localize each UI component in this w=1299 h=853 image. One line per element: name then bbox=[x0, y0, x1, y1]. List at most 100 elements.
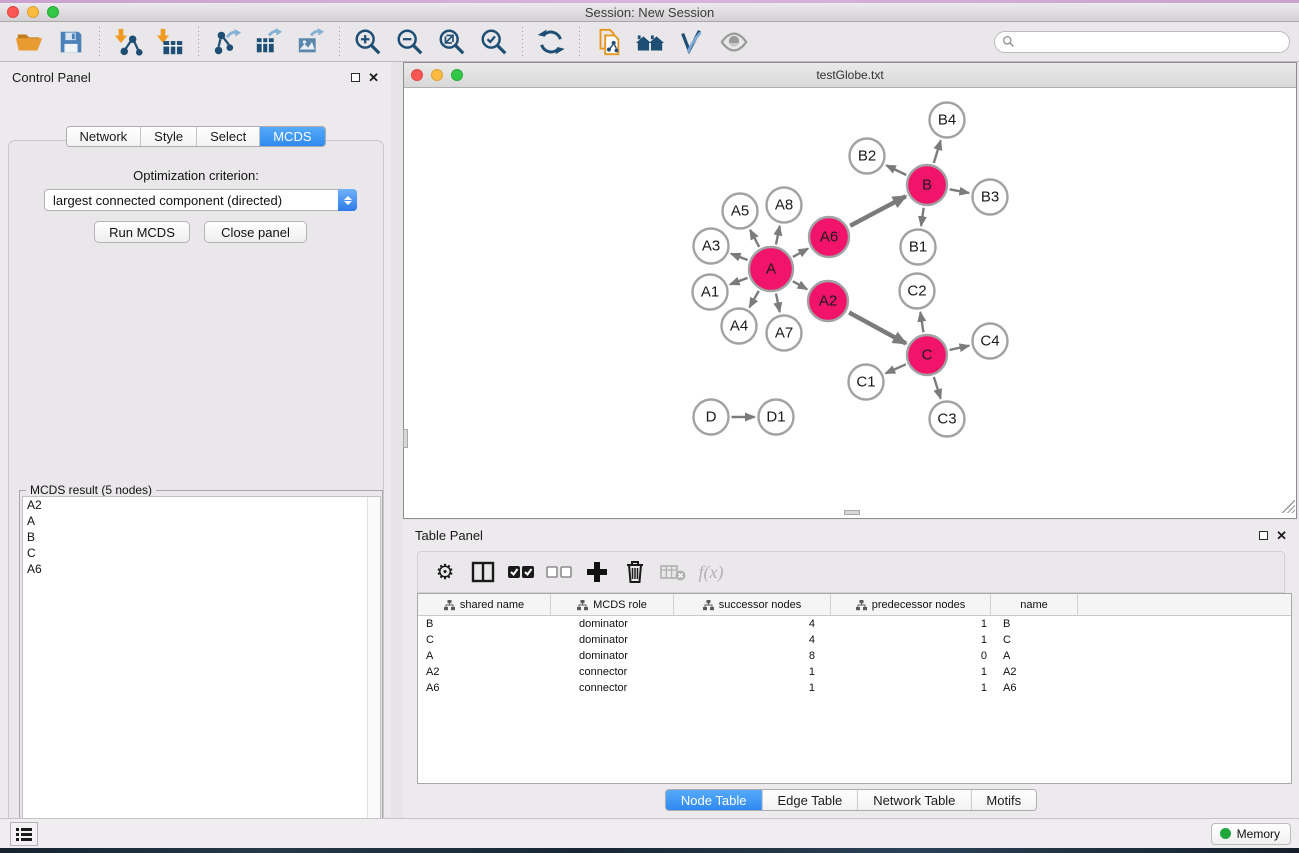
graph-node-A5[interactable]: A5 bbox=[723, 194, 758, 229]
graph-node-B1[interactable]: B1 bbox=[901, 230, 936, 265]
graph-node-B4[interactable]: B4 bbox=[930, 103, 965, 138]
graph-node-C2[interactable]: C2 bbox=[900, 274, 935, 309]
graph-node-A1[interactable]: A1 bbox=[693, 275, 728, 310]
table-row-C[interactable]: Cdominator41C bbox=[418, 632, 1291, 648]
graph-edge-A2-C[interactable] bbox=[849, 312, 906, 343]
delete-column-trash-icon[interactable] bbox=[620, 557, 650, 587]
export-table-icon[interactable] bbox=[253, 26, 285, 58]
search-input[interactable] bbox=[1019, 33, 1289, 51]
table-row-A6[interactable]: A6connector11A6 bbox=[418, 680, 1291, 696]
select-all-columns-icon[interactable] bbox=[506, 557, 536, 587]
graph-edge-A-A4[interactable] bbox=[750, 291, 759, 307]
graph-edge-A-A7[interactable] bbox=[776, 293, 780, 311]
graph-node-B[interactable]: B bbox=[907, 165, 947, 205]
graph-node-A6[interactable]: A6 bbox=[809, 217, 849, 257]
zoom-fit-icon[interactable] bbox=[436, 26, 468, 58]
column-header-predecessor-nodes[interactable]: predecessor nodes bbox=[831, 594, 991, 616]
optimization-criterion-select[interactable]: largest connected component (directed) bbox=[44, 189, 357, 211]
tab-node-table[interactable]: Node Table bbox=[666, 790, 763, 810]
graph-edge-C-C2[interactable] bbox=[920, 312, 923, 332]
tab-select[interactable]: Select bbox=[197, 127, 260, 146]
graph-node-A7[interactable]: A7 bbox=[767, 316, 802, 351]
create-column-plus-icon[interactable] bbox=[582, 557, 612, 587]
tab-network-table[interactable]: Network Table bbox=[858, 790, 971, 810]
graph-node-A8[interactable]: A8 bbox=[767, 188, 802, 223]
column-header-successor-nodes[interactable]: successor nodes bbox=[674, 594, 831, 616]
zoom-in-icon[interactable] bbox=[352, 26, 384, 58]
graph-node-A[interactable]: A bbox=[749, 247, 793, 291]
zoom-selected-icon[interactable] bbox=[478, 26, 510, 58]
graph-edge-A6-B[interactable] bbox=[850, 196, 906, 226]
close-panel-button[interactable]: Close panel bbox=[204, 221, 307, 243]
network-canvas[interactable]: B4 B2 B B3 A8 A5 A6 A3 B1 A A1 C2 A2 A4 A7 C4 C C1 C3 D D1 bbox=[404, 88, 1296, 514]
canvas-vertical-scrollbar-thumb[interactable] bbox=[403, 429, 408, 448]
table-row-B[interactable]: Bdominator41B bbox=[418, 616, 1291, 632]
graph-edge-B-B3[interactable] bbox=[950, 189, 969, 193]
float-panel-icon[interactable] bbox=[351, 73, 360, 82]
window-resize-grip[interactable] bbox=[1282, 500, 1295, 513]
table-row-A2[interactable]: A2connector11A2 bbox=[418, 664, 1291, 680]
graph-edge-C-C1[interactable] bbox=[886, 364, 906, 373]
graph-node-D[interactable]: D bbox=[694, 400, 729, 435]
graph-node-D1[interactable]: D1 bbox=[759, 400, 794, 435]
column-header-name[interactable]: name bbox=[991, 594, 1078, 616]
network-window-titlebar[interactable]: testGlobe.txt bbox=[404, 63, 1296, 88]
graph-edge-B-B4[interactable] bbox=[934, 141, 941, 163]
search-icon bbox=[1002, 35, 1015, 48]
task-history-list-button[interactable] bbox=[10, 822, 38, 846]
hide-labels-icon[interactable] bbox=[676, 26, 708, 58]
unselect-all-columns-icon[interactable] bbox=[544, 557, 574, 587]
open-session-icon[interactable] bbox=[13, 26, 45, 58]
result-list-scrollbar[interactable] bbox=[367, 497, 380, 825]
zoom-out-icon[interactable] bbox=[394, 26, 426, 58]
graph-edge-B-B1[interactable] bbox=[921, 208, 924, 226]
graph-edge-A-A1[interactable] bbox=[730, 278, 747, 285]
memory-button[interactable]: Memory bbox=[1211, 823, 1291, 845]
node-table-header-row[interactable]: shared nameMCDS rolesuccessor nodesprede… bbox=[418, 594, 1291, 616]
tab-mcds[interactable]: MCDS bbox=[260, 127, 324, 146]
graph-node-A2[interactable]: A2 bbox=[808, 281, 848, 321]
graph-edge-A-A8[interactable] bbox=[776, 226, 780, 244]
import-network-icon[interactable] bbox=[112, 26, 144, 58]
graph-edge-A-A3[interactable] bbox=[731, 254, 748, 260]
tab-motifs[interactable]: Motifs bbox=[971, 790, 1036, 810]
refresh-icon[interactable] bbox=[535, 26, 567, 58]
run-mcds-button[interactable]: Run MCDS bbox=[94, 221, 190, 243]
graph-edge-C-C3[interactable] bbox=[934, 377, 941, 399]
graph-edge-A-A2[interactable] bbox=[793, 281, 807, 289]
show-all-networks-icon[interactable] bbox=[634, 26, 666, 58]
tab-network[interactable]: Network bbox=[66, 127, 141, 146]
graph-edge-B-B2[interactable] bbox=[886, 165, 906, 175]
canvas-horizontal-scrollbar-thumb[interactable] bbox=[844, 510, 860, 515]
tab-style[interactable]: Style bbox=[141, 127, 197, 146]
export-network-icon[interactable] bbox=[211, 26, 243, 58]
graph-node-A3[interactable]: A3 bbox=[694, 229, 729, 264]
clone-network-icon[interactable] bbox=[592, 26, 624, 58]
tab-edge-table[interactable]: Edge Table bbox=[762, 790, 858, 810]
export-image-icon[interactable] bbox=[295, 26, 327, 58]
graph-node-C3[interactable]: C3 bbox=[930, 402, 965, 437]
column-header-MCDS-role[interactable]: MCDS role bbox=[551, 594, 674, 616]
column-header-shared-name[interactable]: shared name bbox=[418, 594, 551, 616]
close-table-panel-icon[interactable]: ✕ bbox=[1276, 531, 1287, 540]
graph-edge-A-A5[interactable] bbox=[750, 230, 759, 247]
graph-node-C1[interactable]: C1 bbox=[849, 365, 884, 400]
mcds-result-list[interactable]: A2ABCA6 bbox=[22, 496, 381, 826]
graph-node-C4[interactable]: C4 bbox=[973, 324, 1008, 359]
close-panel-icon[interactable]: ✕ bbox=[368, 73, 379, 82]
show-columns-icon[interactable] bbox=[468, 557, 498, 587]
import-table-icon[interactable] bbox=[154, 26, 186, 58]
graph-node-B2[interactable]: B2 bbox=[850, 139, 885, 174]
graph-node-B3[interactable]: B3 bbox=[973, 180, 1008, 215]
table-cell: 4 bbox=[674, 632, 831, 648]
graph-node-A4[interactable]: A4 bbox=[722, 309, 757, 344]
table-settings-gear-icon[interactable]: ⚙ bbox=[430, 557, 460, 587]
save-session-icon[interactable] bbox=[55, 26, 87, 58]
graph-node-C[interactable]: C bbox=[907, 335, 947, 375]
float-table-panel-icon[interactable] bbox=[1259, 531, 1268, 540]
graph-edge-A-A6[interactable] bbox=[793, 249, 808, 257]
table-row-A[interactable]: Adominator80A bbox=[418, 648, 1291, 664]
graph-edge-C-C4[interactable] bbox=[949, 346, 969, 350]
search-field[interactable] bbox=[994, 31, 1290, 53]
graph-node-label: C3 bbox=[937, 411, 956, 428]
